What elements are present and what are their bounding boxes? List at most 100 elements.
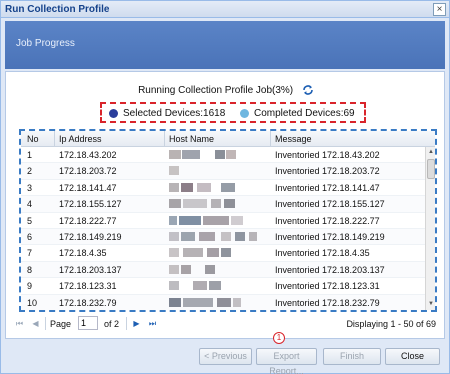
redacted-host-name bbox=[249, 231, 257, 241]
redacted-host-name bbox=[169, 150, 181, 159]
redacted-host-name bbox=[221, 231, 231, 241]
page-number-input[interactable] bbox=[78, 316, 98, 330]
row-message: Inventoried 172.18.149.219 bbox=[275, 231, 385, 242]
grid-rows: 1 172.18.43.202 Inventoried 172.18.43.20… bbox=[21, 147, 425, 310]
job-progress-banner: Job Progress bbox=[5, 21, 445, 69]
row-number: 5 bbox=[27, 215, 33, 226]
table-row[interactable]: 1 172.18.43.202 Inventoried 172.18.43.20… bbox=[21, 147, 425, 164]
column-header-no[interactable]: No bbox=[27, 134, 39, 144]
selected-devices-dot bbox=[109, 109, 118, 118]
device-grid: No Ip Address Host Name Message 1 172.18… bbox=[19, 129, 437, 312]
redacted-host-name bbox=[169, 264, 179, 274]
row-ip-address: 172.18.203.72 bbox=[59, 166, 117, 177]
row-message: Inventoried 172.18.222.77 bbox=[275, 215, 380, 226]
redacted-host-name bbox=[181, 182, 193, 192]
redacted-host-name bbox=[199, 231, 215, 241]
redacted-host-name bbox=[197, 182, 211, 192]
previous-button[interactable]: < Previous bbox=[199, 348, 252, 365]
completed-devices-dot bbox=[240, 109, 249, 118]
previous-page-icon[interactable]: ◀ bbox=[30, 318, 41, 329]
column-header-ip-address[interactable]: Ip Address bbox=[59, 134, 102, 144]
row-number: 3 bbox=[27, 182, 33, 193]
redacted-host-name bbox=[233, 297, 241, 307]
close-button[interactable]: Close bbox=[385, 348, 440, 365]
table-row[interactable]: 2 172.18.203.72 Inventoried 172.18.203.7… bbox=[21, 163, 425, 180]
table-row[interactable]: 3 172.18.141.47 Inventoried 172.18.141.4… bbox=[21, 180, 425, 197]
row-ip-address: 172.18.203.137 bbox=[59, 264, 122, 275]
row-ip-address: 172.18.232.79 bbox=[59, 297, 117, 308]
column-divider bbox=[54, 131, 55, 147]
export-report-button[interactable]: Export Report... bbox=[256, 348, 317, 374]
table-row[interactable]: 6 172.18.149.219 Inventoried 172.18.149.… bbox=[21, 228, 425, 246]
row-message: Inventoried 172.18.232.79 bbox=[275, 297, 380, 308]
last-page-icon[interactable]: ⏭ bbox=[147, 318, 158, 329]
next-page-icon[interactable]: ▶ bbox=[131, 318, 142, 329]
completed-devices-label: Completed Devices:69 bbox=[254, 108, 355, 119]
device-legend: Selected Devices:1618 Completed Devices:… bbox=[100, 102, 366, 123]
page-count-label: of 2 bbox=[104, 319, 120, 329]
column-divider bbox=[164, 131, 165, 147]
redacted-host-name bbox=[182, 150, 200, 159]
scroll-down-icon[interactable]: ▼ bbox=[427, 300, 435, 309]
row-ip-address: 172.18.4.35 bbox=[59, 248, 107, 259]
run-collection-profile-dialog: Run Collection Profile × Job Progress Ru… bbox=[0, 0, 450, 374]
table-row[interactable]: 5 172.18.222.77 Inventoried 172.18.222.7… bbox=[21, 213, 425, 229]
redacted-host-name bbox=[224, 199, 235, 209]
row-ip-address: 172.18.123.31 bbox=[59, 281, 117, 292]
redacted-host-name bbox=[217, 297, 231, 307]
column-divider bbox=[270, 131, 271, 147]
redacted-host-name bbox=[235, 231, 245, 241]
redacted-host-name bbox=[169, 231, 179, 241]
redacted-host-name bbox=[179, 215, 201, 225]
paging-toolbar: ⏮ ◀ Page of 2 ▶ ⏭ Displaying 1 - 50 of 6… bbox=[10, 315, 440, 333]
redacted-host-name bbox=[231, 215, 243, 225]
title-bar: Run Collection Profile × bbox=[1, 1, 449, 18]
finish-button[interactable]: Finish bbox=[323, 348, 381, 365]
column-header-message[interactable]: Message bbox=[275, 134, 312, 144]
table-row[interactable]: 10 172.18.232.79 Inventoried 172.18.232.… bbox=[21, 294, 425, 310]
job-title-text: Running Collection Profile Job(3%) bbox=[138, 84, 294, 96]
row-number: 8 bbox=[27, 264, 33, 275]
toolbar-separator bbox=[126, 317, 127, 330]
row-ip-address: 172.18.141.47 bbox=[59, 182, 117, 193]
page-label: Page bbox=[50, 319, 72, 329]
row-message: Inventoried 172.18.43.202 bbox=[275, 150, 380, 160]
redacted-host-name bbox=[181, 264, 191, 274]
row-number: 4 bbox=[27, 199, 33, 210]
row-number: 1 bbox=[27, 150, 33, 160]
job-content-panel: Running Collection Profile Job(3%) Selec… bbox=[5, 71, 445, 339]
grid-vertical-scrollbar[interactable]: ▲ ▼ bbox=[425, 147, 435, 310]
table-row[interactable]: 8 172.18.203.137 Inventoried 172.18.203.… bbox=[21, 261, 425, 279]
redacted-host-name bbox=[221, 182, 235, 192]
row-number: 7 bbox=[27, 248, 33, 259]
redacted-host-name bbox=[169, 248, 179, 258]
row-message: Inventoried 172.18.155.127 bbox=[275, 199, 385, 210]
close-icon[interactable]: × bbox=[433, 3, 446, 16]
scroll-up-icon[interactable]: ▲ bbox=[427, 148, 435, 157]
row-message: Inventoried 172.18.203.72 bbox=[275, 166, 380, 177]
row-ip-address: 172.18.43.202 bbox=[59, 150, 117, 160]
redacted-host-name bbox=[169, 166, 179, 176]
redacted-host-name bbox=[169, 182, 179, 192]
redacted-host-name bbox=[205, 264, 215, 274]
table-row[interactable]: 7 172.18.4.35 Inventoried 172.18.4.35 bbox=[21, 245, 425, 262]
first-page-icon[interactable]: ⏮ bbox=[14, 318, 25, 329]
redacted-host-name bbox=[169, 281, 179, 291]
redacted-host-name bbox=[183, 199, 207, 209]
table-row[interactable]: 9 172.18.123.31 Inventoried 172.18.123.3… bbox=[21, 278, 425, 295]
redacted-host-name bbox=[183, 248, 203, 258]
redacted-host-name bbox=[169, 297, 181, 307]
row-number: 9 bbox=[27, 281, 33, 292]
selected-devices-label: Selected Devices:1618 bbox=[123, 108, 226, 119]
redacted-host-name bbox=[169, 215, 177, 225]
refresh-icon[interactable] bbox=[302, 84, 314, 96]
column-header-host-name[interactable]: Host Name bbox=[169, 134, 214, 144]
row-message: Inventoried 172.18.123.31 bbox=[275, 281, 380, 292]
table-row[interactable]: 4 172.18.155.127 Inventoried 172.18.155.… bbox=[21, 196, 425, 213]
redacted-host-name bbox=[203, 215, 229, 225]
redacted-host-name bbox=[207, 248, 219, 258]
redacted-host-name bbox=[183, 297, 213, 307]
grid-header: No Ip Address Host Name Message bbox=[21, 131, 435, 147]
scrollbar-thumb[interactable] bbox=[427, 159, 435, 179]
redacted-host-name bbox=[181, 231, 195, 241]
